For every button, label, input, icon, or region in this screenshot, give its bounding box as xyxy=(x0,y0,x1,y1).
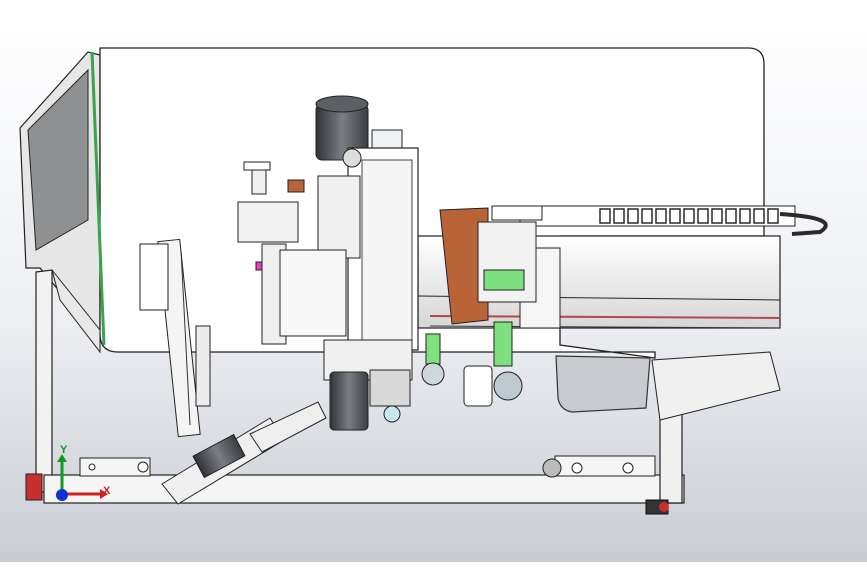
caster-left xyxy=(25,473,43,501)
collection-bin xyxy=(555,355,651,413)
front-motor-assembly xyxy=(323,339,413,431)
x-axis-label: X xyxy=(103,485,111,497)
cad-3d-viewport[interactable]: X Y xyxy=(0,0,867,562)
y-axis-label: Y xyxy=(60,444,68,456)
right-foot-plate xyxy=(554,455,656,477)
z-axis-dot xyxy=(56,489,68,501)
machine-assembly-model[interactable] xyxy=(0,0,867,562)
front-base-beam xyxy=(43,474,685,504)
